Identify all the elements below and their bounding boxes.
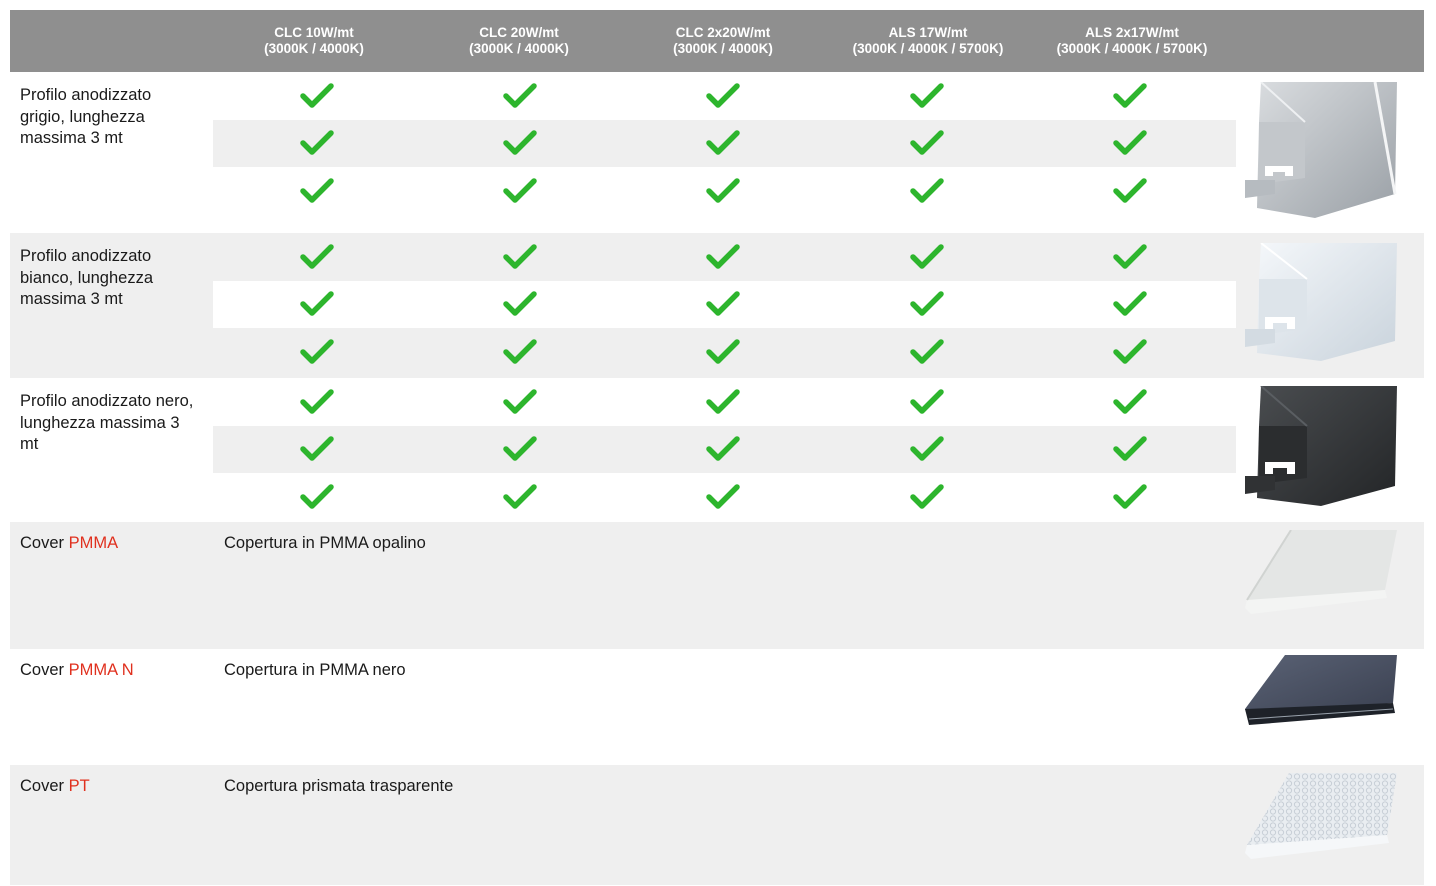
cover-label: Cover PMMA N <box>20 661 134 680</box>
check-icon <box>300 82 334 110</box>
check-icon <box>910 82 944 110</box>
check-icon <box>300 290 334 318</box>
check-icon <box>1113 290 1147 318</box>
column-title: CLC 10W/mt <box>274 25 354 40</box>
check-icon <box>706 388 740 416</box>
check-icon <box>1113 82 1147 110</box>
cover-description: Copertura in PMMA nero <box>224 661 406 679</box>
check-icon <box>503 435 537 463</box>
check-icon <box>910 338 944 366</box>
cover-row-pt: Cover PT Copertura prismata trasparente <box>10 765 1424 885</box>
cover-prefix: Cover <box>20 661 69 679</box>
check-icon <box>706 82 740 110</box>
table-header: CLC 10W/mt (3000K / 4000K) CLC 20W/mt (3… <box>10 10 1424 72</box>
check-icon <box>1113 435 1147 463</box>
cover-description: Copertura in PMMA opalino <box>224 534 426 552</box>
profile-label: Profilo anodizzato bianco, lunghezza mas… <box>20 247 154 308</box>
column-header-clc-2x20w: CLC 2x20W/mt (3000K / 4000K) <box>623 25 823 57</box>
profile-row-black: Profilo anodizzato nero, lunghezza massi… <box>10 378 1424 522</box>
check-icon <box>1113 177 1147 205</box>
check-icon <box>1113 338 1147 366</box>
check-icon <box>300 129 334 157</box>
check-icon <box>910 435 944 463</box>
check-icon <box>706 177 740 205</box>
column-header-clc-10w: CLC 10W/mt (3000K / 4000K) <box>214 25 414 57</box>
cover-row-pmma-n: Cover PMMA N Copertura in PMMA nero <box>10 649 1424 765</box>
check-icon <box>706 129 740 157</box>
check-icon <box>1113 483 1147 511</box>
column-subtitle: (3000K / 4000K) <box>264 41 364 56</box>
check-icon <box>706 483 740 511</box>
cover-prefix: Cover <box>20 777 69 795</box>
cover-code: PT <box>68 777 90 795</box>
check-icon <box>300 177 334 205</box>
check-icon <box>300 388 334 416</box>
column-subtitle: (3000K / 4000K) <box>673 41 773 56</box>
check-icon <box>706 338 740 366</box>
check-icon <box>300 435 334 463</box>
check-icon <box>300 483 334 511</box>
check-icon <box>1113 388 1147 416</box>
check-icon <box>910 243 944 271</box>
column-subtitle: (3000K / 4000K / 5700K) <box>1056 41 1208 56</box>
profile-label: Profilo anodizzato grigio, lunghezza mas… <box>20 86 152 147</box>
check-icon <box>706 290 740 318</box>
cover-prefix: Cover <box>20 534 69 552</box>
opal-cover-image <box>1245 530 1397 614</box>
check-icon <box>1113 243 1147 271</box>
column-header-als-17w: ALS 17W/mt (3000K / 4000K / 5700K) <box>828 25 1028 57</box>
column-title: CLC 2x20W/mt <box>675 25 771 40</box>
check-icon <box>910 177 944 205</box>
check-icon <box>300 243 334 271</box>
cover-code: PMMA <box>68 534 119 552</box>
check-icon <box>910 483 944 511</box>
check-icon <box>503 177 537 205</box>
column-title: ALS 2x17W/mt <box>1085 25 1179 40</box>
cover-row-pmma: Cover PMMA Copertura in PMMA opalino <box>10 522 1424 649</box>
cover-label: Cover PT <box>20 777 90 796</box>
black-cover-image <box>1245 655 1397 727</box>
check-icon <box>503 243 537 271</box>
grey-profile-image <box>1245 82 1397 218</box>
check-icon <box>503 82 537 110</box>
cover-code: PMMA N <box>68 661 134 679</box>
check-icon <box>910 129 944 157</box>
profile-row-white: Profilo anodizzato bianco, lunghezza mas… <box>10 233 1424 378</box>
column-header-clc-20w: CLC 20W/mt (3000K / 4000K) <box>419 25 619 57</box>
check-icon <box>503 483 537 511</box>
check-icon <box>503 129 537 157</box>
cover-description: Copertura prismata trasparente <box>224 777 454 795</box>
check-icon <box>910 388 944 416</box>
check-icon <box>1113 129 1147 157</box>
column-title: ALS 17W/mt <box>888 25 968 40</box>
check-icon <box>300 338 334 366</box>
profile-label: Profilo anodizzato nero, lunghezza massi… <box>20 392 194 453</box>
column-title: CLC 20W/mt <box>479 25 559 40</box>
white-profile-image <box>1245 243 1397 361</box>
prismatic-cover-image <box>1245 773 1397 859</box>
cover-label: Cover PMMA <box>20 534 118 553</box>
check-icon <box>503 338 537 366</box>
column-subtitle: (3000K / 4000K) <box>469 41 569 56</box>
column-subtitle: (3000K / 4000K / 5700K) <box>852 41 1004 56</box>
check-icon <box>503 388 537 416</box>
column-header-als-2x17w: ALS 2x17W/mt (3000K / 4000K / 5700K) <box>1032 25 1232 57</box>
check-icon <box>503 290 537 318</box>
black-profile-image <box>1245 386 1397 506</box>
check-icon <box>706 243 740 271</box>
check-icon <box>910 290 944 318</box>
profile-row-grey: Profilo anodizzato grigio, lunghezza mas… <box>10 72 1424 233</box>
check-icon <box>706 435 740 463</box>
